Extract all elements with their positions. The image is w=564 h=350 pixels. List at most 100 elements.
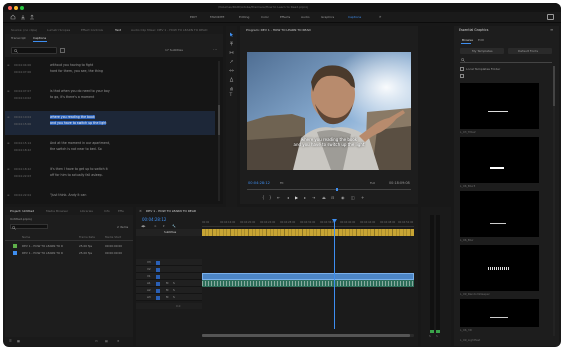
export-frame-icon[interactable]: ◉ — [341, 196, 345, 200]
new-bin-icon[interactable]: ▭ — [95, 340, 98, 343]
subtitles-track-header[interactable]: Subtitles — [136, 229, 202, 236]
mute-button[interactable]: M — [166, 289, 168, 292]
track-header-v3[interactable]: V3 — [136, 259, 202, 266]
filter-icon[interactable] — [60, 48, 65, 53]
time-ruler[interactable]: 00:00 00:04:16:00 00:04:20:00 00:04:24:0… — [202, 219, 414, 227]
solo-right-button[interactable]: S — [436, 335, 438, 338]
tab-browse[interactable]: Browse — [462, 39, 473, 42]
template-thumbnail[interactable] — [460, 245, 539, 291]
subtab-transcript[interactable]: Transcript — [11, 37, 26, 40]
col-frame-rate[interactable]: Frame Rate — [79, 236, 95, 239]
mark-in-icon[interactable]: { — [262, 196, 265, 200]
template-thumbnail[interactable] — [460, 299, 539, 327]
eg-scrollbar[interactable] — [553, 66, 555, 336]
tab-libraries[interactable]: Libraries — [80, 209, 93, 213]
tab-info[interactable]: Info — [104, 209, 110, 213]
track-target-v1[interactable] — [156, 274, 160, 279]
adobe-stock-checkbox[interactable] — [460, 74, 464, 78]
template-thumbnail[interactable] — [460, 137, 539, 183]
more-options-icon[interactable]: ⋯ — [213, 48, 217, 52]
extract-icon[interactable]: ⊟ — [331, 196, 334, 200]
template-thumbnail[interactable] — [460, 83, 539, 129]
snap-icon[interactable]: ◀▶ — [141, 225, 146, 228]
tab-lumetri-scopes[interactable]: Lumetri Scopes — [47, 28, 70, 32]
caption-item[interactable]: ≡ 00:04:07:07 00:04:10:02 is that when y… — [5, 85, 215, 109]
mark-out-icon[interactable]: } — [269, 196, 272, 200]
workspace-edit[interactable]: EDIT — [190, 16, 197, 19]
hand-tool-icon[interactable] — [229, 86, 234, 91]
timeline-settings-icon[interactable]: 🔧 — [172, 225, 176, 228]
add-button-icon[interactable]: + — [361, 196, 364, 200]
workspace-effects[interactable]: Effects — [280, 16, 290, 19]
go-to-in-icon[interactable]: ⇤ — [277, 196, 280, 200]
program-timecode[interactable]: 00:04:28:12 — [248, 181, 270, 186]
local-templates-checkbox[interactable] — [460, 67, 464, 71]
quality-dropdown[interactable]: Full — [370, 182, 375, 185]
timeline-playhead[interactable] — [334, 219, 335, 329]
lift-icon[interactable]: ⏏ — [322, 196, 326, 200]
ripple-edit-tool-icon[interactable] — [229, 50, 234, 55]
track-target-v2[interactable] — [156, 267, 160, 272]
caption-item[interactable]: ≡ 00:04:18:22 00:04:22:03 it's then I ha… — [5, 163, 215, 187]
video-frame[interactable]: where you reading the book and you have … — [247, 52, 411, 170]
eg-menu-icon[interactable]: ≡ — [550, 28, 553, 32]
workspace-more-icon[interactable]: » — [379, 14, 381, 19]
tab-effects[interactable]: Effe — [118, 209, 124, 213]
solo-button[interactable]: S — [173, 296, 175, 299]
track-header-a3[interactable]: A3 M S — [136, 294, 202, 301]
type-tool-icon[interactable]: T — [230, 93, 233, 99]
workspace-graphics[interactable]: Graphics — [321, 16, 334, 19]
maximize-window-button[interactable] — [20, 5, 24, 10]
notification-icon[interactable] — [547, 14, 554, 20]
workspace-captions[interactable]: Captions — [348, 16, 361, 19]
col-media-start[interactable]: Media Start — [105, 236, 121, 239]
search-input[interactable] — [11, 47, 57, 54]
new-item-icon[interactable]: ▤ — [105, 340, 108, 343]
track-select-tool-icon[interactable] — [229, 41, 234, 46]
track-header-a2[interactable]: A2 M S — [136, 287, 202, 294]
program-title[interactable]: Program: DEV 1 - HOW TO LEARN TO READ — [246, 29, 311, 32]
workspace-editing[interactable]: Editing — [239, 16, 249, 19]
tab-source[interactable]: Source: (no clips) — [11, 28, 37, 32]
project-item[interactable]: DEV 1 - HOW TO LEARN TO R 25.00 fps 00:0… — [5, 250, 133, 256]
close-window-button[interactable] — [8, 5, 12, 10]
timeline-timecode[interactable]: 00:04:28:12 — [142, 218, 166, 222]
fit-dropdown[interactable]: Fit — [280, 182, 284, 185]
linked-selection-icon[interactable]: ∞ — [154, 225, 157, 228]
track-header-v1[interactable]: V1 — [136, 273, 202, 280]
add-marker-icon[interactable]: ▾ — [163, 225, 165, 228]
fonts-dropdown[interactable]: Default Fonts — [508, 48, 552, 54]
tab-text[interactable]: Text — [115, 28, 121, 32]
icon-view-icon[interactable]: ▦ — [17, 340, 20, 343]
mute-button[interactable]: M — [166, 282, 168, 285]
program-playhead[interactable] — [336, 187, 338, 191]
delete-icon[interactable]: ✕ — [117, 340, 120, 343]
track-header-v2[interactable]: V2 — [136, 266, 202, 273]
audio-clip[interactable] — [202, 280, 414, 287]
close-sequence-icon[interactable]: × — [139, 209, 142, 214]
go-to-out-icon[interactable]: ⇥ — [312, 196, 315, 200]
caption-item-selected[interactable]: ≡ 00:04:10:04 00:04:15:06 where you read… — [5, 111, 215, 135]
pen-tool-icon[interactable] — [229, 77, 234, 82]
slip-tool-icon[interactable] — [229, 68, 234, 73]
mute-button[interactable]: M — [166, 296, 168, 299]
video-clip[interactable] — [202, 273, 414, 280]
program-scrubber[interactable] — [247, 187, 411, 191]
track-target-a2[interactable] — [156, 288, 160, 293]
home-icon[interactable] — [10, 14, 16, 20]
caption-item[interactable]: ≡ 00:04:22:04 "Just think. Andy it can — [5, 189, 215, 203]
tab-effect-controls[interactable]: Effect Controls — [81, 28, 103, 32]
templates-dropdown[interactable]: My Templates — [460, 48, 504, 54]
tab-audio-clip-mixer[interactable]: Audio Clip Mixer: DEV 1 - HOW TO LEARN T… — [131, 28, 207, 32]
step-forward-icon[interactable]: ▸ — [304, 196, 306, 200]
project-search-input[interactable] — [10, 224, 48, 230]
track-target-a3[interactable] — [156, 295, 160, 300]
tab-project[interactable]: Project: Untitled — [10, 209, 34, 213]
eg-search-input[interactable] — [460, 58, 552, 63]
step-back-icon[interactable]: ◂ — [287, 196, 289, 200]
template-thumbnail[interactable] — [460, 191, 539, 237]
list-view-icon[interactable]: ☰ — [9, 340, 12, 343]
subtitle-clips[interactable] — [202, 229, 414, 236]
export-icon[interactable] — [29, 14, 35, 20]
captions-scrollbar[interactable] — [218, 61, 220, 201]
